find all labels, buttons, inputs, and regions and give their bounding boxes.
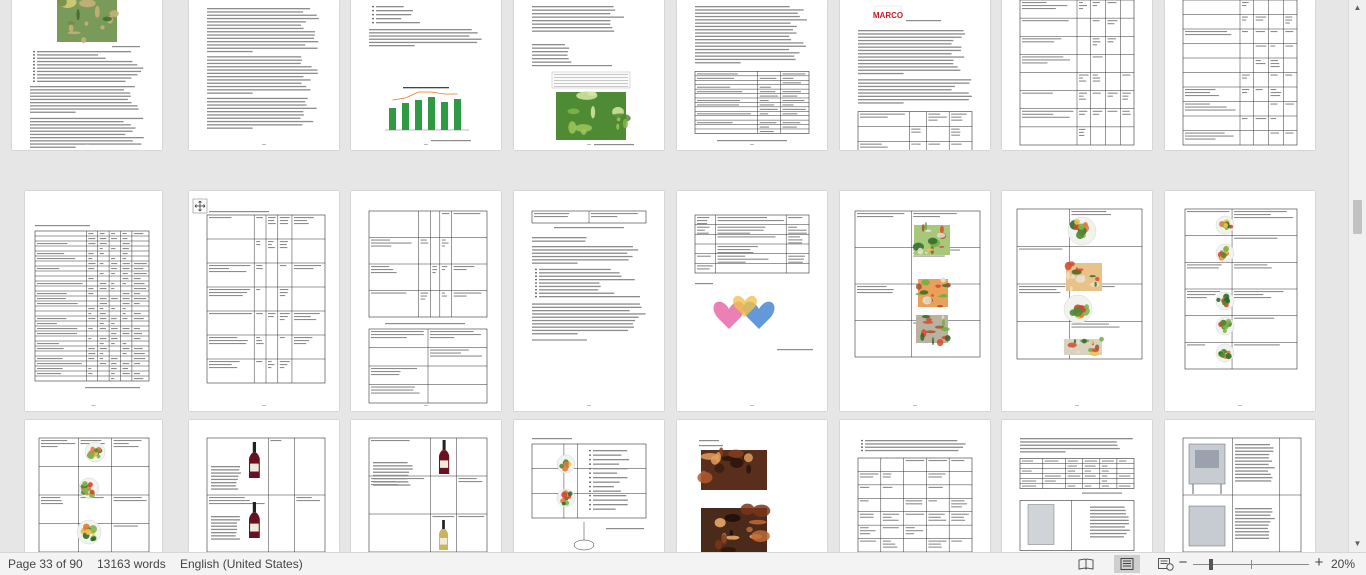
page-content-preview — [857, 439, 973, 552]
page-thumbnail[interactable] — [514, 0, 664, 150]
zoom-in-button[interactable]: + — [1312, 554, 1326, 571]
page-thumbnail[interactable] — [25, 191, 162, 411]
zoom-level[interactable]: 20% — [1331, 557, 1355, 571]
page-content-preview — [694, 6, 810, 145]
page-content-preview — [369, 5, 482, 145]
page-thumbnail[interactable] — [189, 0, 339, 150]
vertical-scrollbar[interactable]: ▲ ▼ — [1348, 0, 1366, 552]
page-thumbnail[interactable] — [677, 0, 827, 150]
print-layout-button[interactable] — [1114, 555, 1140, 573]
scroll-up-arrow-icon[interactable]: ▲ — [1349, 0, 1366, 16]
scrollbar-thumb[interactable] — [1353, 200, 1362, 234]
word-count[interactable]: 13163 words — [97, 557, 166, 571]
page-content-preview — [531, 210, 647, 406]
zoom-out-button[interactable]: − — [1176, 554, 1190, 571]
page-thumbnail[interactable] — [351, 191, 501, 411]
page-thumbnail[interactable] — [1165, 191, 1315, 411]
page-thumbnail[interactable] — [677, 420, 827, 552]
page-content-preview — [206, 437, 326, 552]
page-content-preview — [207, 8, 319, 145]
document-viewport[interactable]: MARCO — [0, 0, 1348, 552]
page-content-preview — [1182, 437, 1302, 552]
page-thumbnail[interactable] — [351, 420, 501, 552]
page-content-preview — [1184, 208, 1298, 406]
page-content-preview — [368, 437, 488, 552]
page-thumbnail[interactable] — [189, 191, 339, 411]
page-thumbnail[interactable] — [12, 0, 162, 150]
language-indicator[interactable]: English (United States) — [180, 557, 303, 571]
page-thumbnail[interactable] — [514, 191, 664, 411]
read-mode-button[interactable] — [1073, 555, 1099, 573]
page-thumbnail[interactable] — [1165, 420, 1315, 552]
page-thumbnail[interactable] — [351, 0, 501, 150]
page-content-preview — [368, 210, 488, 406]
status-bar: Page 33 of 90 13163 words English (Unite… — [0, 552, 1366, 575]
zoom-center-tick — [1251, 560, 1252, 569]
page-content-preview — [30, 0, 144, 148]
page-thumbnail[interactable] — [1002, 0, 1152, 150]
page-content-preview — [1016, 208, 1143, 406]
page-thumbnail[interactable] — [189, 420, 339, 552]
zoom-slider-thumb[interactable] — [1209, 559, 1213, 570]
print-layout-icon — [1120, 558, 1134, 570]
page-thumbnail[interactable] — [514, 420, 664, 552]
page-thumbnail[interactable] — [1165, 0, 1315, 150]
page-thumbnail[interactable] — [840, 420, 990, 552]
page-content-preview — [532, 6, 634, 146]
read-mode-icon — [1078, 558, 1094, 570]
page-content-preview — [1019, 0, 1135, 146]
page-thumbnail[interactable]: MARCO — [840, 0, 990, 150]
page-content-preview — [694, 214, 813, 406]
page-thumbnail[interactable] — [1002, 191, 1152, 411]
page-content-preview: MARCO — [857, 5, 973, 150]
page-content-preview — [34, 225, 150, 406]
page-content-preview — [192, 198, 326, 406]
page-thumbnail[interactable] — [840, 191, 990, 411]
page-thumbnail[interactable] — [1002, 420, 1152, 552]
page-thumbnail[interactable] — [677, 191, 827, 411]
page-content-preview — [854, 210, 981, 406]
page-content-preview — [38, 437, 150, 552]
page-thumbnail[interactable] — [25, 420, 162, 552]
page-count[interactable]: Page 33 of 90 — [8, 557, 83, 571]
scroll-down-arrow-icon[interactable]: ▼ — [1349, 536, 1366, 552]
page-content-preview — [1019, 438, 1135, 551]
web-layout-icon — [1158, 557, 1174, 571]
page-content-preview — [697, 440, 771, 552]
page-content-preview — [531, 438, 647, 551]
marco-logo: MARCO — [873, 11, 903, 20]
page-content-preview — [1182, 0, 1298, 146]
